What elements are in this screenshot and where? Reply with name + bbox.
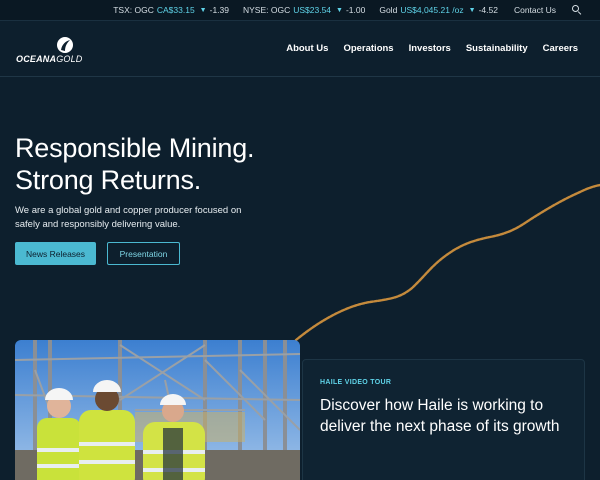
ticker-label: TSX: OGC — [113, 5, 154, 15]
nav-sustainability[interactable]: Sustainability — [466, 43, 528, 54]
ticker-currency: US — [293, 5, 306, 15]
caret-down-icon: ▼ — [336, 6, 343, 14]
ticker-label: Gold — [379, 5, 398, 15]
ticker-price: $4,045.21 /oz — [412, 5, 464, 15]
video-title[interactable]: Discover how Haile is working to deliver… — [320, 395, 575, 437]
caret-down-icon: ▼ — [468, 6, 476, 14]
contact-us-link[interactable]: Contact Us — [514, 5, 556, 15]
ticker-price: $23.54 — [305, 5, 332, 15]
stock-ticker-bar: TSX: OGC CA $33.15 ▼ -1.39 NYSE: OGC US … — [0, 0, 600, 21]
hero-title-line1: Responsible Mining. — [15, 133, 255, 163]
ticker-change: -1.00 — [345, 5, 366, 15]
haile-video-tour-card[interactable]: HAILE VIDEO TOUR Discover how Haile is w… — [302, 359, 585, 480]
nav-operations[interactable]: Operations — [343, 43, 393, 54]
news-releases-button[interactable]: News Releases — [15, 242, 96, 265]
oceanagold-logo[interactable]: OCEANAGOLD — [16, 36, 96, 66]
caret-down-icon: ▼ — [199, 6, 207, 14]
nav-investors[interactable]: Investors — [409, 43, 451, 54]
mine-site-image — [15, 340, 300, 480]
ticker-change: -1.39 — [209, 5, 229, 15]
ticker-tsx: TSX: OGC CA $33.15 ▼ -1.39 — [113, 5, 229, 15]
site-header: OCEANAGOLD About Us Operations Investors… — [0, 21, 600, 77]
ticker-gold: Gold US $4,045.21 /oz ▼ -4.52 — [379, 5, 498, 15]
hero-subtitle: We are a global gold and copper producer… — [15, 205, 242, 230]
ticker-currency: US — [400, 5, 413, 15]
ticker-label: NYSE: OGC — [242, 5, 291, 15]
nav-careers[interactable]: Careers — [543, 43, 578, 54]
search-icon[interactable] — [572, 5, 582, 15]
ticker-change: -4.52 — [478, 5, 498, 15]
nav-about-us[interactable]: About Us — [286, 43, 328, 54]
haile-workers-photo[interactable] — [15, 340, 300, 480]
hero-title-line2: Strong Returns. — [15, 165, 202, 195]
logo-wordmark: OCEANAGOLD — [16, 54, 83, 64]
presentation-button[interactable]: Presentation — [107, 242, 180, 265]
ticker-currency: CA — [156, 5, 169, 15]
ticker-nyse: NYSE: OGC US $23.54 ▼ -1.00 — [243, 5, 365, 15]
ticker-price: $33.15 — [168, 5, 195, 15]
video-tag-label: HAILE VIDEO TOUR — [320, 379, 392, 386]
logo-mark-icon — [57, 37, 73, 53]
hero-title: Responsible Mining. Strong Returns. — [15, 132, 315, 196]
main-nav: About Us Operations Investors Sustainabi… — [271, 43, 578, 54]
